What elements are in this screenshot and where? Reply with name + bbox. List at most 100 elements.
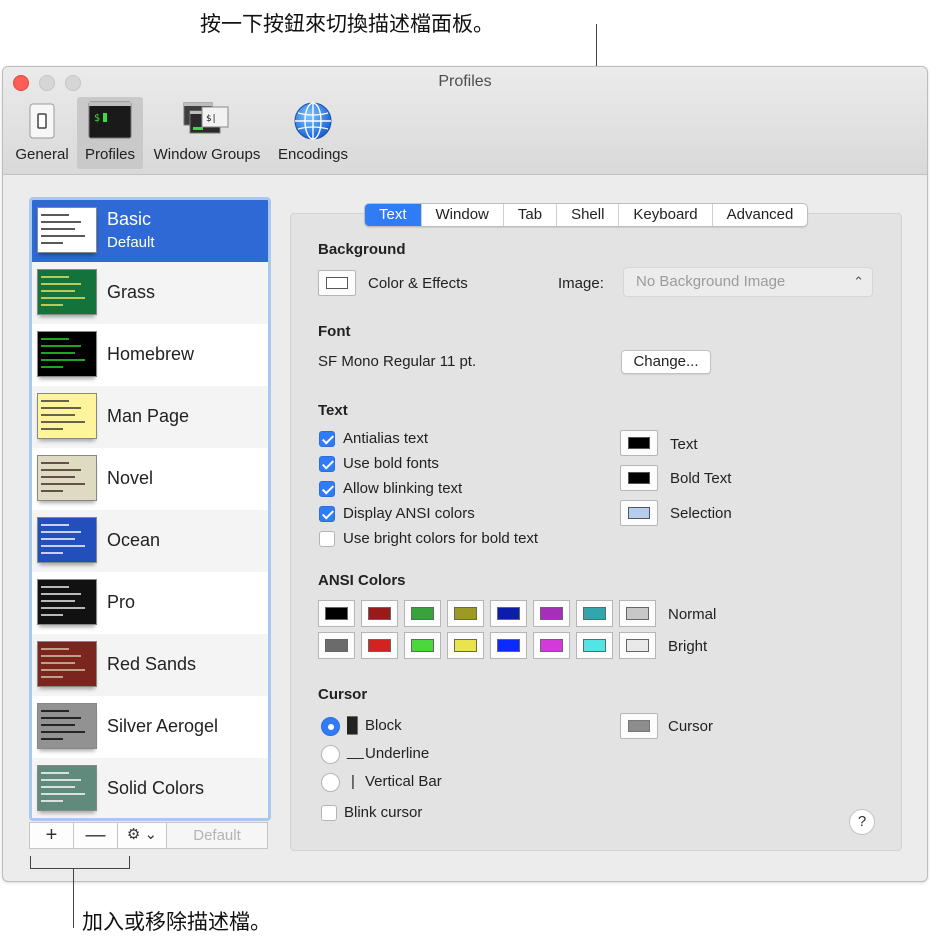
ansi-normal-red[interactable]: [361, 600, 398, 627]
tab-keyboard[interactable]: Keyboard: [619, 204, 713, 226]
background-image-popup[interactable]: No Background Image ⌃: [623, 267, 873, 297]
profile-thumbnail: [37, 517, 97, 563]
thumbnail-text-line: [41, 648, 69, 650]
ansi-bright-blue[interactable]: [490, 632, 527, 659]
cursor-color-label: Cursor: [668, 718, 714, 735]
add-profile-button[interactable]: +: [29, 822, 74, 849]
ansi-normal-cyan[interactable]: [576, 600, 613, 627]
thumbnail-text-line: [41, 283, 81, 285]
text-color-swatch[interactable]: [620, 430, 658, 456]
profile-row-red-sands[interactable]: Red Sands: [32, 634, 268, 696]
cursor-underline-label: Underline: [365, 745, 430, 762]
profiles-window: Profiles General $ Profiles $| Window Gr…: [2, 66, 928, 882]
toolbar-encodings[interactable]: Encodings: [271, 97, 355, 169]
bright-bold-checkbox[interactable]: [319, 531, 335, 547]
thumbnail-text-line: [41, 297, 85, 299]
blinking-text-checkbox[interactable]: [319, 481, 335, 497]
ansi-bright-magenta[interactable]: [533, 632, 570, 659]
selection-color-label: Selection: [670, 505, 732, 522]
callout-switch-panes: 按一下按鈕來切換描述檔面板。: [200, 12, 494, 36]
thumbnail-text-line: [41, 600, 75, 602]
profile-thumbnail: [37, 269, 97, 315]
thumbnail-text-line: [41, 738, 63, 740]
cursor-vertical-bar-radio[interactable]: [321, 773, 340, 792]
thumbnail-text-line: [41, 228, 75, 230]
tab-tab[interactable]: Tab: [504, 204, 558, 226]
cursor-block-radio[interactable]: [321, 717, 340, 736]
thumbnail-text-line: [41, 655, 81, 657]
remove-profile-button[interactable]: —: [73, 822, 118, 849]
ansi-normal-magenta[interactable]: [533, 600, 570, 627]
profile-row-solid-colors[interactable]: Solid Colors: [32, 758, 268, 818]
ansi-bright-black[interactable]: [318, 632, 355, 659]
profile-thumbnail: [37, 393, 97, 439]
ansi-normal-white[interactable]: [619, 600, 656, 627]
blink-cursor-label: Blink cursor: [344, 804, 423, 821]
bold-text-color-label: Bold Text: [670, 470, 732, 487]
help-button[interactable]: ?: [849, 809, 875, 835]
profile-row-ocean[interactable]: Ocean: [32, 510, 268, 572]
antialias-checkbox[interactable]: [319, 431, 335, 447]
thumbnail-text-line: [41, 235, 85, 237]
thumbnail-text-line: [41, 276, 69, 278]
blink-cursor-checkbox[interactable]: [321, 805, 337, 821]
terminal-profile-icon: $: [88, 101, 132, 143]
tab-advanced[interactable]: Advanced: [713, 204, 808, 226]
popup-arrows-icon: ⌃: [853, 274, 864, 289]
ansi-bright-yellow[interactable]: [447, 632, 484, 659]
toolbar-general[interactable]: General: [9, 97, 75, 169]
tab-shell[interactable]: Shell: [557, 204, 620, 226]
cursor-color-swatch[interactable]: [620, 713, 658, 739]
profile-row-pro[interactable]: Pro: [32, 572, 268, 634]
profile-thumbnail: [37, 703, 97, 749]
thumbnail-text-line: [41, 352, 75, 354]
thumbnail-text-line: [41, 552, 63, 554]
ansi-bright-cyan[interactable]: [576, 632, 613, 659]
tab-text[interactable]: Text: [365, 204, 422, 226]
thumbnail-text-line: [41, 676, 63, 678]
change-font-button[interactable]: Change...: [621, 350, 711, 374]
thumbnail-text-line: [41, 772, 69, 774]
thumbnail-text-line: [41, 428, 63, 430]
thumbnail-text-line: [41, 586, 69, 588]
tab-window[interactable]: Window: [422, 204, 504, 226]
thumbnail-text-line: [41, 786, 75, 788]
thumbnail-text-line: [41, 338, 69, 340]
cursor-block-label: Block: [365, 717, 402, 734]
cursor-underline-radio[interactable]: [321, 745, 340, 764]
color-effects-swatch[interactable]: [318, 270, 356, 296]
thumbnail-text-line: [41, 593, 81, 595]
toolbar-profiles[interactable]: $ Profiles: [77, 97, 143, 169]
profile-row-man-page[interactable]: Man Page: [32, 386, 268, 448]
thumbnail-text-line: [41, 779, 81, 781]
thumbnail-text-line: [41, 221, 81, 223]
ansi-bright-green[interactable]: [404, 632, 441, 659]
profile-row-basic[interactable]: Basic Default: [32, 200, 268, 262]
toolbar-window-groups[interactable]: $| Window Groups: [145, 97, 269, 169]
ansi-normal-black[interactable]: [318, 600, 355, 627]
profile-row-homebrew[interactable]: Homebrew: [32, 324, 268, 386]
profile-row-grass[interactable]: Grass: [32, 262, 268, 324]
font-value: SF Mono Regular 11 pt.: [318, 353, 477, 370]
ansi-colors-checkbox[interactable]: [319, 506, 335, 522]
settings-tabs: Text Window Tab Shell Keyboard Advanced: [364, 203, 809, 227]
default-button[interactable]: Default: [166, 822, 268, 849]
profile-list[interactable]: Basic Default Grass Homebrew Man Page No…: [29, 197, 271, 821]
antialias-label: Antialias text: [343, 430, 429, 447]
profile-row-novel[interactable]: Novel: [32, 448, 268, 510]
ansi-normal-yellow[interactable]: [447, 600, 484, 627]
ansi-normal-blue[interactable]: [490, 600, 527, 627]
ansi-bright-red[interactable]: [361, 632, 398, 659]
thumbnail-text-line: [41, 483, 85, 485]
bold-fonts-checkbox[interactable]: [319, 456, 335, 472]
window-groups-icon: $|: [182, 101, 232, 143]
titlebar: Profiles General $ Profiles $| Window Gr…: [3, 67, 927, 175]
selection-color-swatch[interactable]: [620, 500, 658, 526]
thumbnail-text-line: [41, 366, 63, 368]
gear-menu-button[interactable]: ⚙ ⌄: [117, 822, 167, 849]
profile-row-silver-aerogel[interactable]: Silver Aerogel: [32, 696, 268, 758]
image-label: Image:: [558, 275, 604, 292]
ansi-bright-white[interactable]: [619, 632, 656, 659]
bold-text-color-swatch[interactable]: [620, 465, 658, 491]
ansi-normal-green[interactable]: [404, 600, 441, 627]
